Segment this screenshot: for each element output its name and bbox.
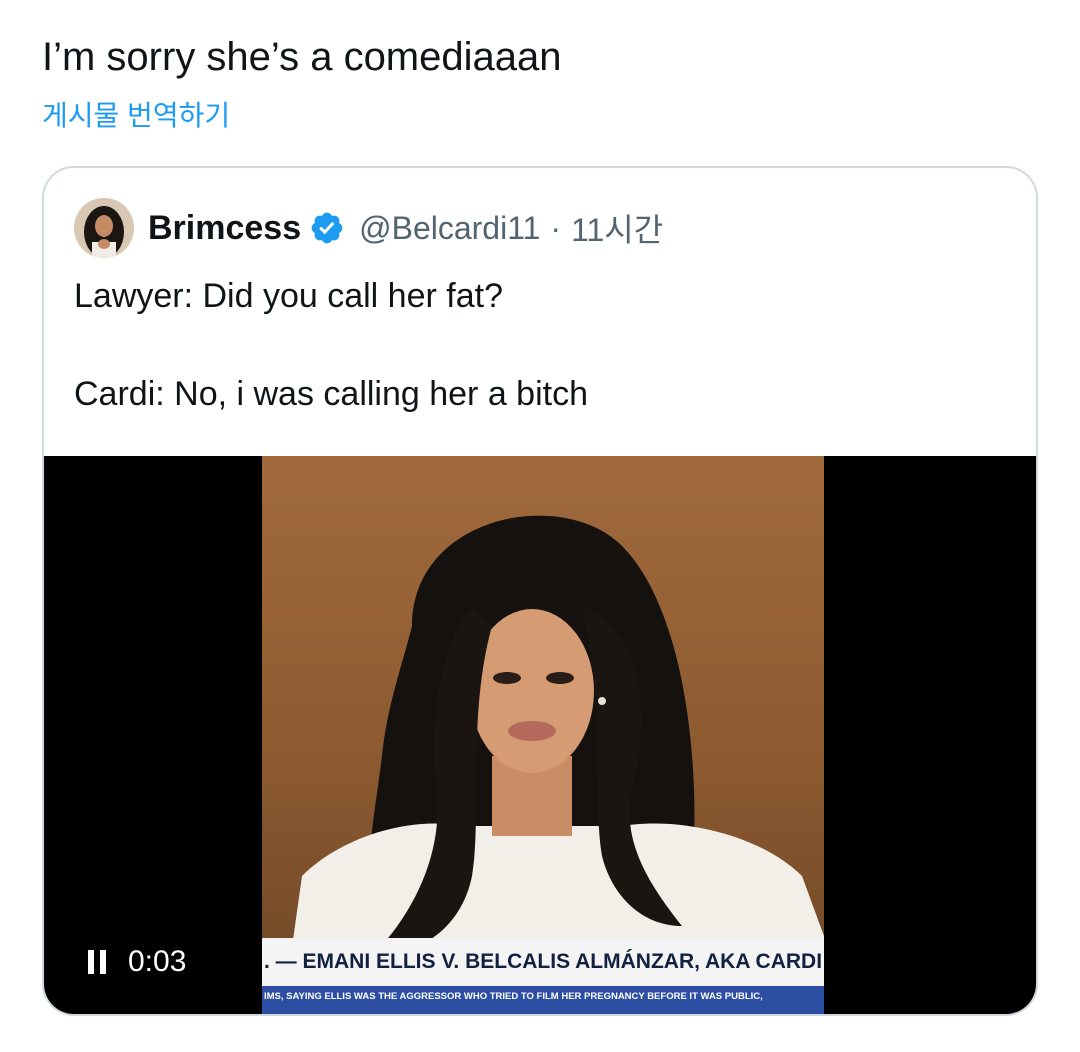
display-name[interactable]: Brimcess (148, 209, 301, 248)
translate-post-link[interactable]: 게시물 번역하기 (42, 98, 230, 134)
news-lower-third: . — EMANI ELLIS V. BELCALIS ALMÁNZAR, AK… (262, 938, 824, 1014)
quoted-tweet-card[interactable]: Brimcess @Belcardi11 · 11시간 Lawyer: Did … (42, 166, 1038, 1016)
quoted-tweet-text: Lawyer: Did you call her fat? Cardi: No,… (74, 272, 1004, 418)
video-time: 0:03 (128, 945, 187, 978)
quoted-tweet-header: Brimcess @Belcardi11 · 11시간 (74, 198, 663, 258)
user-handle[interactable]: @Belcardi11 (359, 210, 540, 247)
video-controls: 0:03 (88, 942, 186, 982)
pause-icon[interactable] (88, 950, 106, 974)
quote-text-line-1: Lawyer: Did you call her fat? (74, 277, 503, 315)
tweet-text: I’m sorry she’s a comediaaan (42, 35, 562, 79)
separator-dot: · (550, 209, 562, 246)
video-player[interactable]: . — EMANI ELLIS V. BELCALIS ALMÁNZAR, AK… (44, 456, 1036, 1014)
verified-badge-icon (309, 210, 345, 246)
tweet-detail: I’m sorry she’s a comediaaan 게시물 번역하기 Br… (0, 0, 1080, 1052)
quote-text-line-2: Cardi: No, i was calling her a bitch (74, 375, 589, 413)
video-frame: . — EMANI ELLIS V. BELCALIS ALMÁNZAR, AK… (262, 456, 824, 1014)
video-still (282, 515, 824, 1014)
avatar[interactable] (74, 198, 134, 258)
post-timestamp[interactable]: 11시간 (571, 205, 663, 251)
chyron-subline: IMS, SAYING ELLIS WAS THE AGGRESSOR WHO … (262, 986, 824, 1014)
chyron-headline: . — EMANI ELLIS V. BELCALIS ALMÁNZAR, AK… (262, 938, 824, 986)
